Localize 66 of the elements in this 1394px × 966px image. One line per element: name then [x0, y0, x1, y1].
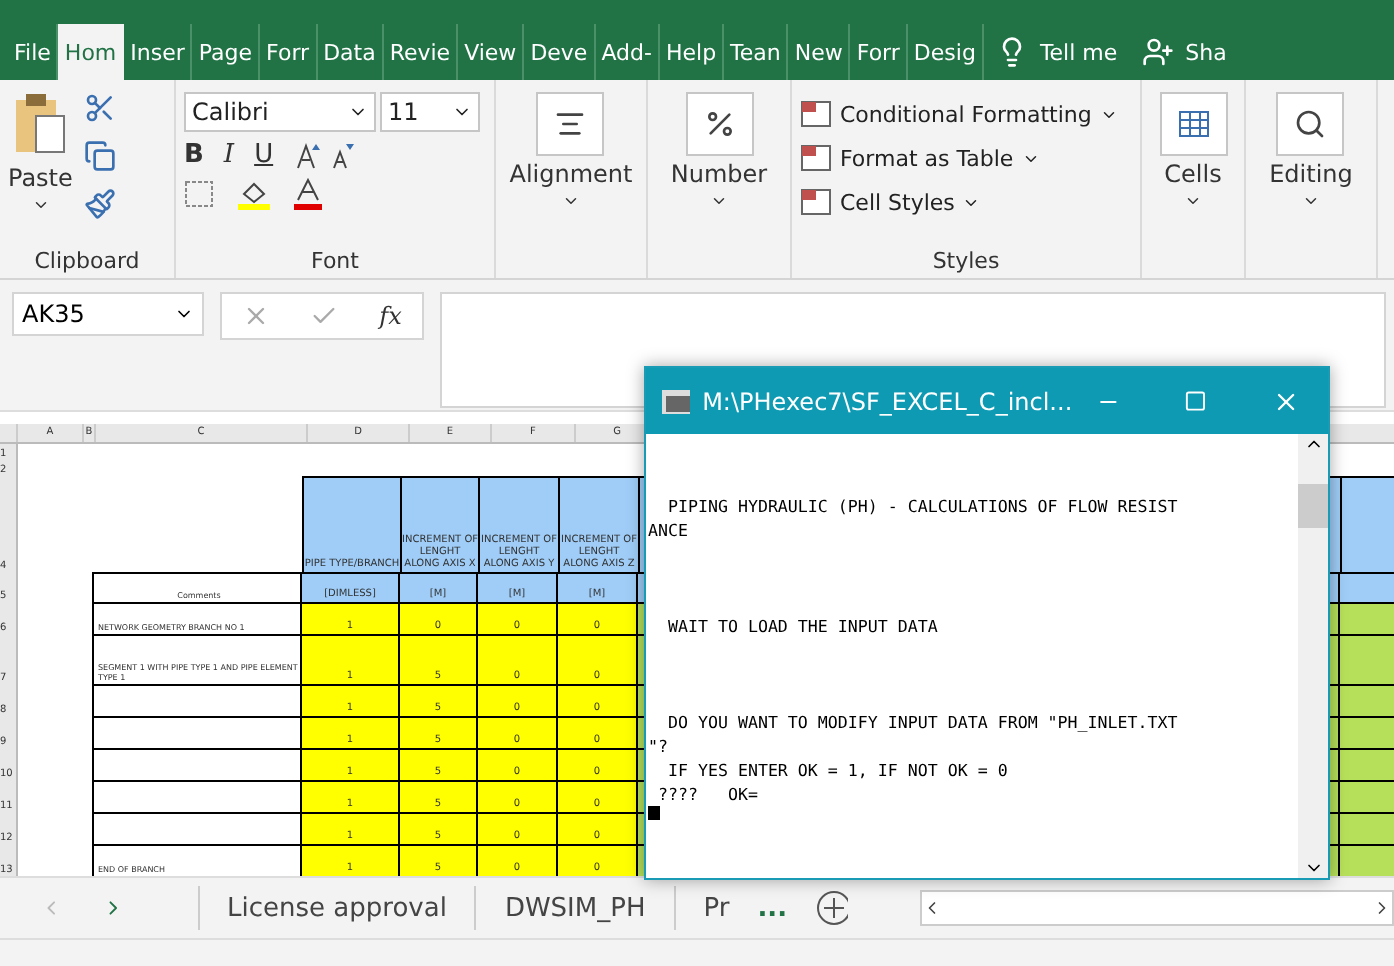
caret-icon	[1301, 192, 1320, 210]
table-style-icon	[800, 100, 832, 128]
caret-icon	[1184, 192, 1202, 210]
maximize-icon[interactable]	[1184, 388, 1208, 414]
table-icon	[1177, 110, 1209, 138]
console-text: IF YES ENTER OK = 1, IF NOT OK = 0	[665, 760, 1008, 780]
styles-menu-item[interactable]: Format as Table	[800, 136, 1132, 180]
table-cell	[1338, 812, 1394, 846]
editing-button[interactable]: Editing	[1269, 92, 1353, 274]
table-cell	[1338, 716, 1394, 750]
cut-icon[interactable]	[84, 92, 117, 124]
alignment-icon	[554, 108, 587, 140]
horizontal-scrollbar[interactable]	[920, 890, 1394, 926]
table-style-icon	[800, 188, 832, 216]
font-name-field[interactable]: Calibri	[184, 92, 376, 132]
sheet-tab[interactable]: DWSIM_PH	[474, 886, 674, 930]
search-icon	[1294, 108, 1327, 140]
borders-icon[interactable]	[184, 180, 216, 208]
share-button[interactable]: Sha	[1185, 39, 1227, 65]
table-cell	[1338, 572, 1394, 604]
table-cell	[1338, 780, 1394, 814]
name-box[interactable]: AK35	[12, 292, 204, 336]
person-add-icon	[1141, 36, 1174, 68]
number-button[interactable]: Number	[670, 92, 768, 274]
window-title: M:\PHexec7\SF_EXCEL_C_incl...	[702, 387, 1073, 415]
insert-function-button[interactable]: fx	[379, 302, 402, 330]
fill-color-icon[interactable]	[236, 178, 272, 210]
caret-icon	[561, 192, 580, 210]
sheet-tab[interactable]: Pr	[673, 886, 758, 930]
table-cell	[1338, 602, 1394, 636]
font-color-icon[interactable]	[292, 178, 324, 210]
console-icon	[662, 389, 691, 413]
caret-icon	[710, 192, 728, 210]
console-text: PIPING HYDRAULIC (PH) - CALCULATIONS OF FLOW RESIST	[665, 496, 1178, 516]
bold-button[interactable]: B	[184, 140, 204, 170]
group-label: Clipboard	[32, 248, 142, 274]
scroll-thumb[interactable]	[1298, 484, 1328, 528]
table-cell	[1338, 684, 1394, 718]
table-cell	[1338, 748, 1394, 782]
group-label: Font	[309, 248, 361, 274]
paste-button[interactable]: Paste	[8, 92, 73, 248]
italic-button[interactable]: I	[223, 140, 235, 170]
console-text: WAIT TO LOAD THE INPUT DATA	[665, 616, 938, 636]
console-text: "?	[648, 736, 668, 756]
more-sheets-button[interactable]: ...	[757, 893, 788, 923]
ribbon-tab[interactable]: Hom	[58, 24, 125, 80]
styles-menu-item[interactable]: Cell Styles	[800, 180, 1132, 224]
table-style-icon	[800, 144, 832, 172]
copy-icon[interactable]	[84, 140, 117, 172]
table-cell	[1338, 634, 1394, 686]
console-text: ANCE	[648, 520, 688, 540]
caret-icon	[31, 196, 50, 214]
group-label: Styles	[930, 248, 1002, 274]
add-sheet-icon[interactable]	[815, 890, 849, 926]
cursor	[648, 806, 660, 820]
tell-me-search[interactable]: Tell me	[1039, 39, 1118, 65]
percent-icon	[703, 108, 735, 140]
underline-button[interactable]: U	[254, 140, 274, 170]
sheet-tab[interactable]: License approval	[197, 886, 475, 930]
console-text: ???? OK=	[655, 784, 758, 804]
cells-button[interactable]: Cells	[1159, 92, 1227, 274]
alignment-button[interactable]: Alignment	[509, 92, 633, 274]
format-painter-icon[interactable]	[84, 188, 117, 220]
console-text: DO YOU WANT TO MODIFY INPUT DATA FROM "PH_INLET.TXT	[665, 712, 1178, 732]
styles-menu-item[interactable]: Conditional Formatting	[800, 92, 1132, 136]
font-size-field[interactable]: 11	[380, 92, 480, 132]
